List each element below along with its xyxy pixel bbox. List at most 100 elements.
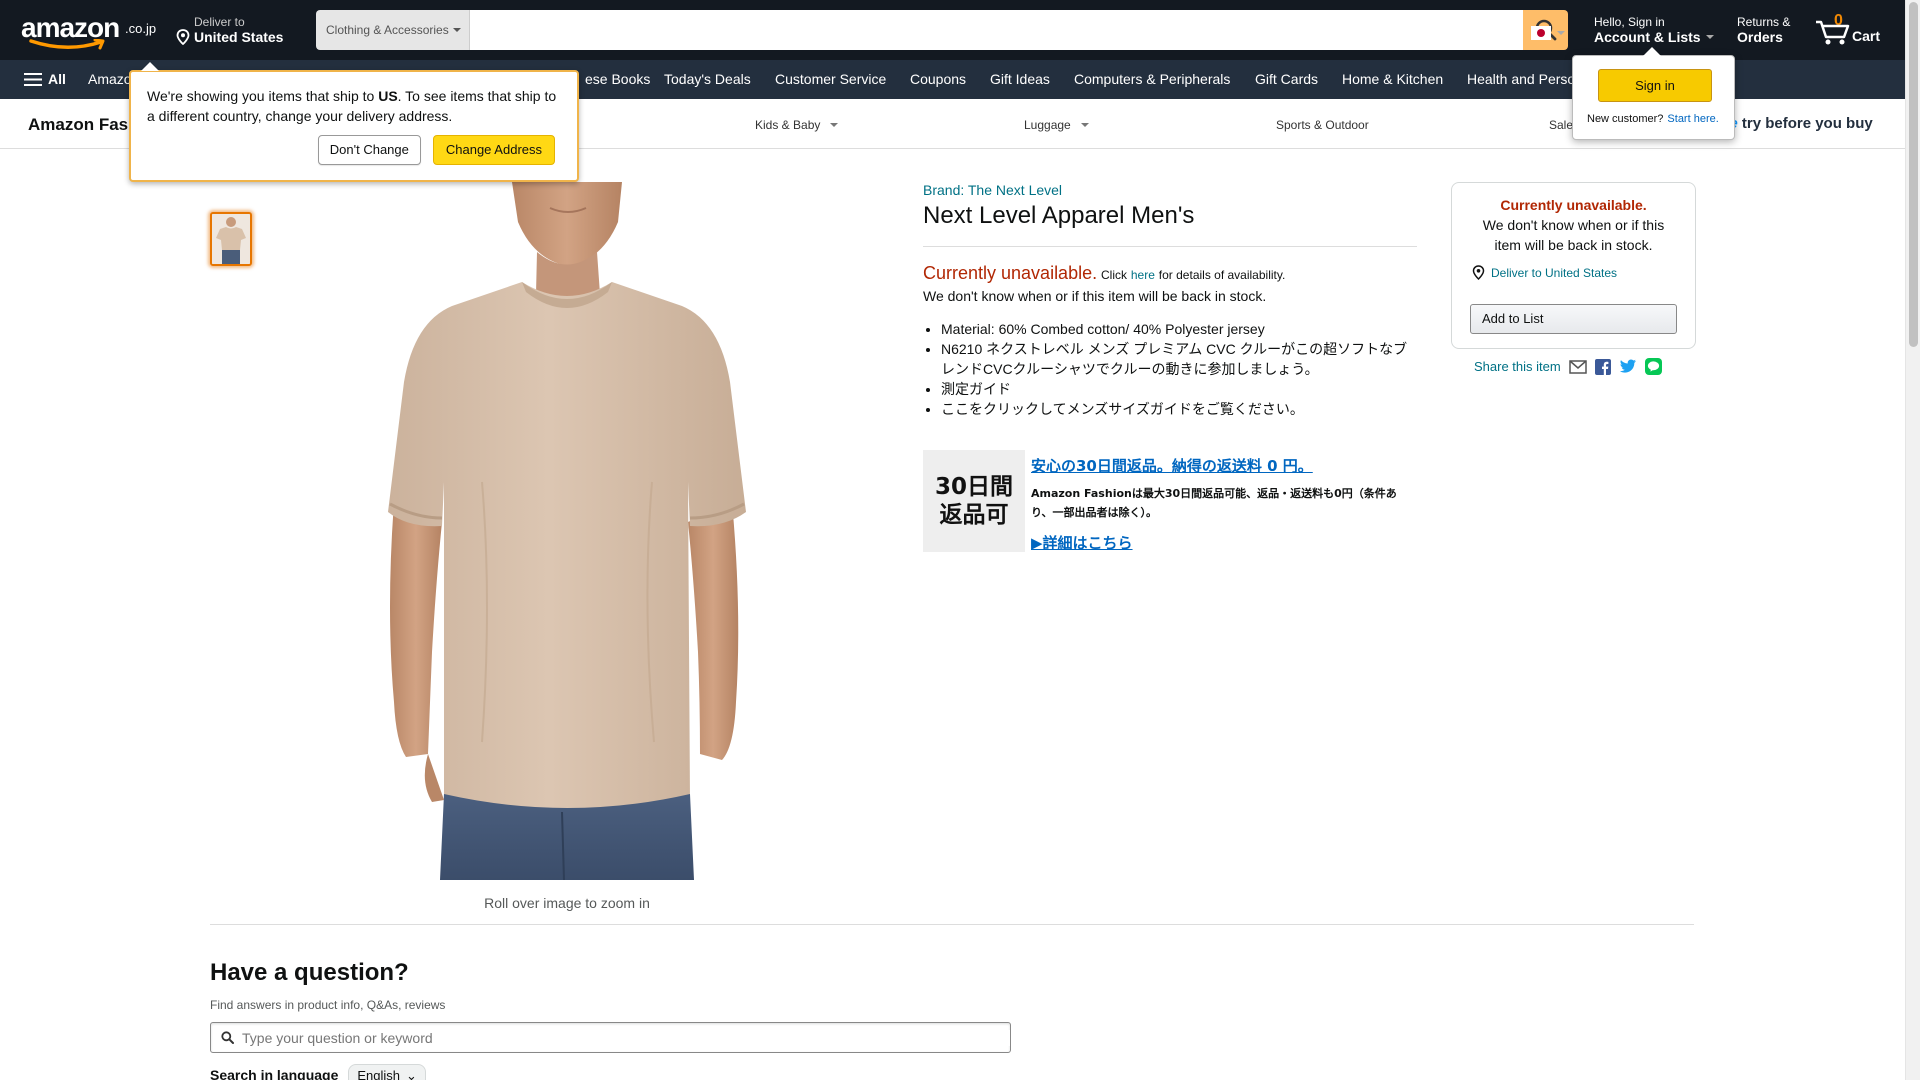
subnav-item-english-books[interactable]: ese Books <box>585 71 650 87</box>
fashion-cat-luggage[interactable]: Luggage <box>1024 118 1089 132</box>
sign-in-flyout: Sign in New customer? Start here. <box>1572 47 1735 140</box>
account-greeting: Hello, Sign in <box>1594 15 1665 29</box>
question-search-input[interactable] <box>242 1029 1010 1046</box>
product-thumbnail[interactable] <box>210 212 252 266</box>
availability-click-text: Click <box>1100 268 1127 282</box>
search-language-value: English <box>357 1068 401 1080</box>
prime-try-before-you-buy-banner[interactable]: me try before you buy <box>1716 115 1873 132</box>
deliver-to-button[interactable]: Deliver to United States <box>176 15 283 45</box>
add-to-list-button[interactable]: Add to List <box>1470 304 1677 334</box>
buybox-deliver-label: Deliver to United States <box>1491 265 1618 280</box>
feature-bullets: Material: 60% Combed cotton/ 40% Polyest… <box>941 319 1417 419</box>
fashion-cat-label: Kids & Baby <box>755 118 821 132</box>
subnav-item-home-kitchen[interactable]: Home & Kitchen <box>1342 71 1443 87</box>
new-customer-text: New customer? <box>1587 113 1664 125</box>
chevron-down-icon <box>1557 31 1565 35</box>
email-icon[interactable] <box>1568 359 1587 374</box>
cart-label: Cart <box>1852 28 1881 44</box>
subnav-item-computers[interactable]: Computers & Peripherals <box>1074 71 1230 87</box>
ship-to-message: We're showing you items that ship to US.… <box>147 86 561 126</box>
feature-bullet: 測定ガイド <box>941 379 1417 399</box>
all-menu-button[interactable]: All <box>24 71 66 87</box>
fashion-cat-label: Luggage <box>1024 118 1071 132</box>
availability-details-text: for details of availability. <box>1158 268 1286 282</box>
chevron-down-icon: ⌄ <box>406 1068 417 1080</box>
subnav-item-coupons[interactable]: Coupons <box>910 71 966 87</box>
page-scrollbar[interactable] <box>1905 0 1920 1080</box>
fashion-cat-sale[interactable]: Sale <box>1549 118 1573 132</box>
question-section-title: Have a question? <box>210 959 409 986</box>
sign-in-button[interactable]: Sign in <box>1598 69 1712 102</box>
returns-orders-button[interactable]: Returns & Orders <box>1737 15 1790 45</box>
question-section-subtitle: Find answers in product info, Q&As, revi… <box>210 998 446 1012</box>
fashion-cat-label: Sports & Outdoor <box>1276 118 1369 132</box>
language-selector[interactable] <box>1531 26 1565 40</box>
deliver-country: United States <box>194 29 284 45</box>
account-and-lists-button[interactable]: Hello, Sign in Account & Lists <box>1594 15 1714 45</box>
deliver-to-label: Deliver to <box>194 15 245 29</box>
hamburger-menu-icon <box>24 72 42 86</box>
subnav-item-todays-deals[interactable]: Today's Deals <box>664 71 751 87</box>
search-language-dropdown[interactable]: English ⌄ <box>348 1064 426 1080</box>
chevron-down-icon <box>1080 123 1089 127</box>
buybox-unavailable-heading: Currently unavailable. <box>1500 197 1647 213</box>
ship-to-text-before: We're showing you items that ship to <box>147 88 379 104</box>
cart-icon <box>1816 20 1850 45</box>
tshirt-thumbnail-image <box>212 214 250 264</box>
change-address-button[interactable]: Change Address <box>432 135 555 165</box>
twitter-icon[interactable] <box>1619 359 1637 374</box>
subnav-item-gift-cards[interactable]: Gift Cards <box>1255 71 1318 87</box>
question-search-box <box>210 1022 1011 1053</box>
feature-bullet: N6210 ネクストレベル メンズ プレミアム CVC クルーがこの超ソフトなブ… <box>941 339 1417 379</box>
product-details: Brand: The Next Level Next Level Apparel… <box>923 182 1417 552</box>
buy-box: Currently unavailable. We don't know whe… <box>1451 182 1696 349</box>
feature-bullet: ここをクリックしてメンズサイズガイドをご覧ください。 <box>941 399 1417 419</box>
badge-line-2: 返品可 <box>939 502 1009 528</box>
ship-to-popover: We're showing you items that ship to US.… <box>129 62 579 182</box>
chevron-down-icon <box>830 123 839 127</box>
chevron-down-icon <box>1705 35 1714 39</box>
zoom-hint: Roll over image to zoom in <box>484 895 650 911</box>
back-in-stock-text: We don't know when or if this item will … <box>923 288 1267 304</box>
ship-to-country: US <box>378 88 398 104</box>
try-before-you-buy-text: try before you buy <box>1741 115 1873 132</box>
dont-change-button[interactable]: Don't Change <box>317 135 421 165</box>
orders-label: Orders <box>1737 29 1783 45</box>
logo-tld: .co.jp <box>125 21 157 36</box>
fashion-cat-label: Sale <box>1549 118 1574 132</box>
buybox-message: We don't know when or if this item will … <box>1482 217 1665 253</box>
section-divider <box>210 924 1694 925</box>
fashion-cat-sports[interactable]: Sports & Outdoor <box>1276 118 1369 132</box>
share-label: Share this item <box>1474 359 1561 374</box>
facebook-icon[interactable] <box>1594 358 1611 375</box>
product-main-image[interactable] <box>332 182 802 880</box>
returns-promo-details-link[interactable]: ▶詳細はこちら <box>1031 532 1133 553</box>
badge-line-1: 30日間 <box>934 474 1013 500</box>
line-icon[interactable] <box>1644 358 1662 375</box>
start-here-link[interactable]: Start here. <box>1667 113 1718 125</box>
availability-status: Currently unavailable. <box>923 263 1098 283</box>
buybox-deliver-to-link[interactable]: Deliver to United States <box>1472 265 1617 280</box>
returns-promo-headline-link[interactable]: 安心の30日間返品。納得の返送料 0 円。 <box>1031 455 1313 476</box>
search-input[interactable] <box>470 10 1523 50</box>
search-language-label: Search in language <box>210 1067 339 1080</box>
subnav-item-customer-service[interactable]: Customer Service <box>775 71 886 87</box>
fashion-cat-kids-baby[interactable]: Kids & Baby <box>755 118 839 132</box>
account-label: Account & Lists <box>1594 29 1701 45</box>
product-title: Next Level Apparel Men's <box>923 202 1195 229</box>
search-category-dropdown[interactable]: Clothing & Accessories <box>316 10 470 50</box>
brand-link[interactable]: Brand: The Next Level <box>923 182 1062 198</box>
search-category-label: Clothing & Accessories <box>326 23 449 37</box>
chevron-down-icon <box>452 28 461 32</box>
subnav-item-gift-ideas[interactable]: Gift Ideas <box>990 71 1050 87</box>
cart-button[interactable]: 0 Cart <box>1814 12 1884 48</box>
returns-promo: 30日間 返品可 安心の30日間返品。納得の返送料 0 円。 Amazon Fa… <box>923 450 1417 552</box>
search-bar: Clothing & Accessories <box>316 10 1568 50</box>
smile-arrow-icon <box>29 39 105 50</box>
amazon-logo[interactable]: amazon .co.jp <box>21 12 157 50</box>
returns-promo-body: Amazon Fashionは最大30日間返品可能、返品・返送料も0円（条件あり… <box>1031 487 1397 519</box>
availability-here-link[interactable]: here <box>1131 268 1155 282</box>
scrollbar-thumb[interactable] <box>1909 2 1918 347</box>
tshirt-model-image <box>388 182 746 880</box>
all-menu-label: All <box>48 71 66 87</box>
